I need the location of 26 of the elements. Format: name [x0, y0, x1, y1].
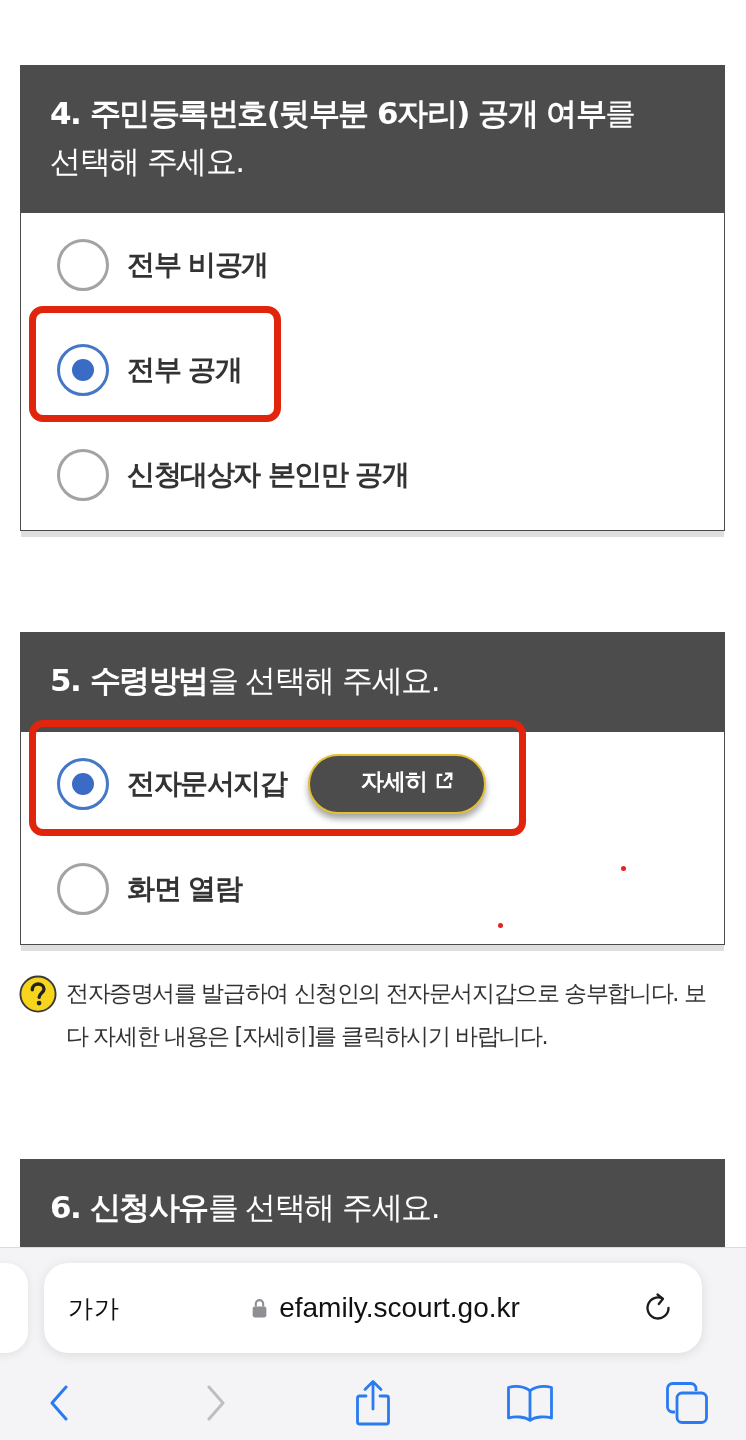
tabs-icon[interactable] — [665, 1381, 710, 1425]
radio-button[interactable] — [57, 239, 109, 291]
speck-icon — [498, 923, 503, 928]
radio-button[interactable] — [57, 758, 109, 810]
address-bar[interactable]: 가가 efamily.scourt.go.kr — [44, 1263, 702, 1353]
help-icon — [19, 975, 57, 1013]
option-label[interactable]: 전자문서지갑 — [127, 765, 286, 803]
lock-icon — [252, 1298, 268, 1318]
help-text: 전자증명서를 발급하여 신청인의 전자문서지갑으로 송부합니다. 보다 자세한 내용은 [자세히]를 클릭하시기 바랍니다. — [66, 979, 707, 1051]
radio-button[interactable] — [57, 344, 109, 396]
option-label[interactable]: 신청대상자 본인만 공개 — [127, 456, 409, 494]
external-link-icon — [435, 772, 453, 790]
question-title: 5. 수령방법을 선택해 주세요. — [20, 632, 725, 732]
share-icon[interactable] — [353, 1379, 392, 1427]
details-button[interactable]: 자세히 — [308, 754, 486, 814]
option-label[interactable]: 전부 비공개 — [127, 246, 268, 284]
url-text: efamily.scourt.go.kr — [279, 1292, 520, 1324]
radio-button[interactable] — [57, 449, 109, 501]
book-icon[interactable] — [506, 1383, 555, 1423]
text-size-button[interactable]: 가가 — [68, 1291, 120, 1325]
question-title: 4. 주민등록번호(뒷부분 6자리) 공개 여부를 선택해 주세요. — [20, 65, 725, 213]
option-label[interactable]: 화면 열람 — [127, 870, 242, 908]
radio-button[interactable] — [57, 863, 109, 915]
back-icon[interactable] — [48, 1385, 69, 1421]
speck-icon — [621, 866, 626, 871]
option-label[interactable]: 전부 공개 — [127, 351, 242, 389]
